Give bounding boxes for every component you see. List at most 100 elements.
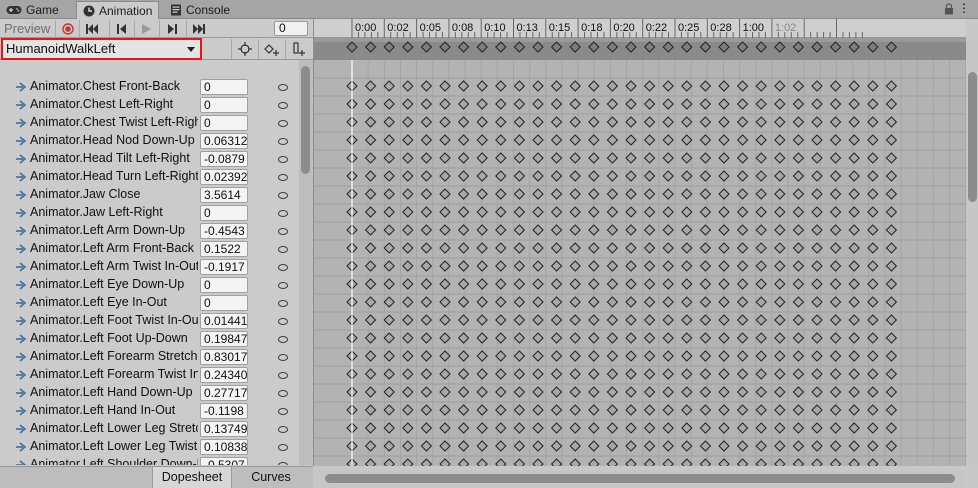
keyframe-diamond[interactable]: [364, 458, 377, 466]
keyframe-diamond[interactable]: [476, 368, 488, 380]
keyframe-diamond[interactable]: [383, 440, 395, 452]
keyframe-diamond[interactable]: [792, 41, 805, 53]
property-row[interactable]: Animator.Left Eye Down-Up 0: [0, 276, 299, 294]
keyframe-diamond[interactable]: [383, 422, 395, 434]
keyframe-diamond[interactable]: [606, 314, 619, 326]
keyframe-diamond[interactable]: [681, 98, 693, 110]
eye-icon[interactable]: [278, 156, 288, 163]
keyframe-diamond[interactable]: [457, 332, 470, 344]
keyframe-diamond[interactable]: [420, 386, 433, 398]
keyframe-diamond[interactable]: [792, 188, 805, 200]
keyframe-diamond[interactable]: [457, 350, 470, 362]
keyframe-diamond[interactable]: [476, 386, 488, 398]
keyframe-diamond[interactable]: [699, 368, 712, 380]
keyframe-diamond[interactable]: [606, 260, 619, 272]
keyframe-diamond[interactable]: [829, 170, 842, 182]
keyframe-diamond[interactable]: [699, 41, 712, 53]
keyframe-diamond[interactable]: [774, 278, 786, 290]
keyframe-diamond[interactable]: [699, 170, 712, 182]
keyframe-diamond[interactable]: [792, 368, 805, 380]
keyframe-diamond[interactable]: [755, 134, 767, 146]
keyframe-diamond[interactable]: [699, 422, 712, 434]
eye-icon[interactable]: [278, 120, 288, 127]
keyframe-diamond[interactable]: [829, 404, 842, 416]
keyframe-diamond[interactable]: [513, 134, 526, 146]
keyframe-diamond[interactable]: [364, 98, 377, 110]
keyframe-diamond[interactable]: [364, 188, 377, 200]
keyframe-diamond[interactable]: [550, 332, 563, 344]
keyframe-diamond[interactable]: [848, 170, 860, 182]
keyframe-diamond[interactable]: [662, 314, 674, 326]
keyframe-diamond[interactable]: [420, 278, 433, 290]
keyframe-diamond[interactable]: [774, 296, 786, 308]
keyframe-diamond[interactable]: [364, 368, 377, 380]
keyframe-diamond[interactable]: [643, 332, 656, 344]
keyframe-diamond[interactable]: [402, 404, 414, 416]
keyframe-diamond[interactable]: [699, 314, 712, 326]
keyframe-diamond[interactable]: [736, 134, 749, 146]
keyframe-diamond[interactable]: [718, 278, 730, 290]
keyframe-diamond[interactable]: [588, 41, 600, 53]
window-menu-icon[interactable]: ⋮: [958, 2, 970, 14]
keyframe-diamond[interactable]: [774, 134, 786, 146]
keyframe-diamond[interactable]: [420, 116, 433, 128]
keyframe-diamond[interactable]: [383, 206, 395, 218]
keyframe-diamond[interactable]: [569, 152, 581, 164]
keyframe-diamond[interactable]: [829, 116, 842, 128]
keyframe-diamond[interactable]: [699, 152, 712, 164]
keyframe-diamond[interactable]: [736, 278, 749, 290]
keyframe-diamond[interactable]: [588, 206, 600, 218]
keyframe-diamond[interactable]: [457, 224, 470, 236]
keyframe-diamond[interactable]: [513, 368, 526, 380]
property-row[interactable]: Animator.Head Nod Down-Up 0.06312: [0, 132, 299, 150]
keyframe-diamond[interactable]: [569, 41, 581, 53]
keyframe-diamond[interactable]: [774, 314, 786, 326]
keyframe-diamond[interactable]: [588, 332, 600, 344]
keyframe-diamond[interactable]: [513, 404, 526, 416]
keyframe-diamond[interactable]: [625, 458, 637, 466]
keyframe-diamond[interactable]: [383, 152, 395, 164]
keyframe-diamond[interactable]: [420, 80, 433, 92]
eye-icon[interactable]: [278, 390, 288, 397]
keyframe-diamond[interactable]: [755, 458, 767, 466]
keyframe-diamond[interactable]: [420, 242, 433, 254]
keyframe-diamond[interactable]: [829, 242, 842, 254]
keyframe-diamond[interactable]: [736, 224, 749, 236]
keyframe-diamond[interactable]: [792, 170, 805, 182]
keyframe-diamond[interactable]: [774, 458, 786, 466]
property-row[interactable]: Animator.Left Lower Leg Stretch 0.13749: [0, 420, 299, 438]
keyframe-diamond[interactable]: [718, 242, 730, 254]
keyframe-diamond[interactable]: [885, 332, 898, 344]
keyframe-diamond[interactable]: [588, 80, 600, 92]
keyframe-diamond[interactable]: [885, 188, 898, 200]
keyframe-diamond[interactable]: [625, 224, 637, 236]
keyframe-diamond[interactable]: [383, 242, 395, 254]
keyframe-diamond[interactable]: [625, 242, 637, 254]
keyframe-diamond[interactable]: [848, 368, 860, 380]
keyframe-diamond[interactable]: [662, 242, 674, 254]
keyframe-diamond[interactable]: [625, 422, 637, 434]
keyframe-diamond[interactable]: [364, 350, 377, 362]
keyframe-diamond[interactable]: [755, 242, 767, 254]
keyframe-diamond[interactable]: [625, 314, 637, 326]
keyframe-diamond[interactable]: [569, 98, 581, 110]
keyframe-diamond[interactable]: [736, 440, 749, 452]
summary-keyframe-row[interactable]: [314, 38, 966, 60]
keyframe-diamond[interactable]: [774, 41, 786, 53]
keyframe-diamond[interactable]: [383, 98, 395, 110]
keyframe-diamond[interactable]: [588, 224, 600, 236]
keyframe-diamond[interactable]: [420, 314, 433, 326]
timeline-vertical-scrollbar[interactable]: [966, 38, 978, 466]
keyframe-diamond[interactable]: [662, 206, 674, 218]
keyframe-diamond[interactable]: [736, 98, 749, 110]
keyframe-diamond[interactable]: [643, 80, 656, 92]
keyframe-diamond[interactable]: [532, 314, 544, 326]
keyframe-diamond[interactable]: [718, 152, 730, 164]
keyframe-diamond[interactable]: [774, 224, 786, 236]
keyframe-diamond[interactable]: [699, 134, 712, 146]
keyframe-diamond[interactable]: [606, 278, 619, 290]
keyframe-diamond[interactable]: [402, 332, 414, 344]
keyframe-diamond[interactable]: [643, 116, 656, 128]
keyframe-diamond[interactable]: [643, 350, 656, 362]
keyframe-diamond[interactable]: [625, 134, 637, 146]
